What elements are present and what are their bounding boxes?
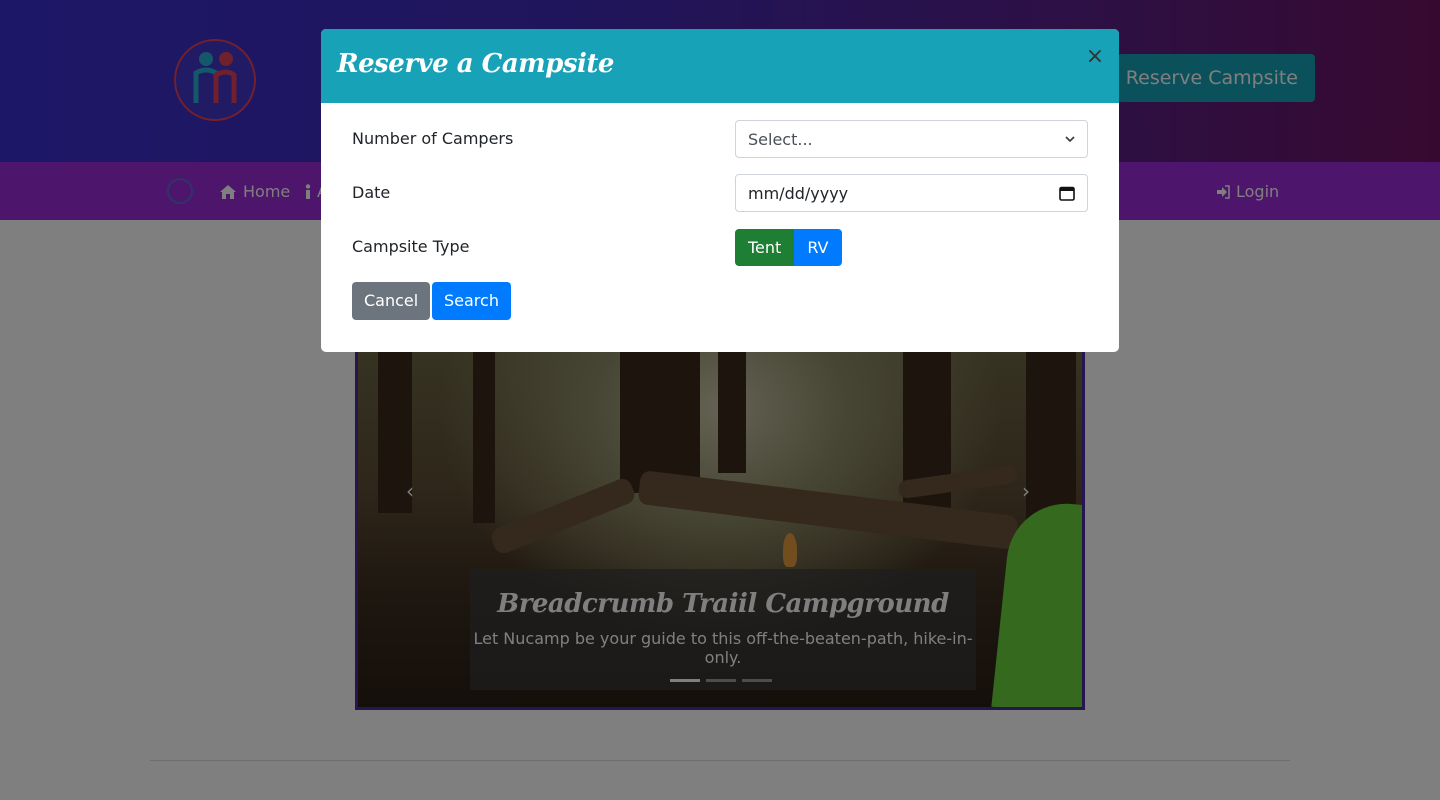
date-input[interactable]: mm/dd/yyyy [735,174,1088,212]
campsite-type-label: Campsite Type [352,237,470,256]
campsite-type-toggle: Tent RV [735,229,842,266]
campers-select-value: Select... [748,129,813,149]
campers-select[interactable]: Select... [735,120,1088,158]
search-button[interactable]: Search [432,282,511,320]
cancel-button[interactable]: Cancel [352,282,431,320]
tent-option[interactable]: Tent [735,229,795,266]
reserve-campsite-modal: Reserve a Campsite × Number of Campers S… [321,29,1119,352]
campers-label: Number of Campers [352,129,514,148]
modal-header: Reserve a Campsite × [321,29,1119,103]
date-label: Date [352,183,391,202]
chevron-down-icon [1065,136,1075,142]
modal-title: Reserve a Campsite [337,49,614,79]
rv-option[interactable]: RV [794,229,842,266]
date-placeholder: mm/dd/yyyy [748,183,849,203]
calendar-icon[interactable] [1059,185,1075,201]
close-icon[interactable]: × [1085,45,1105,69]
